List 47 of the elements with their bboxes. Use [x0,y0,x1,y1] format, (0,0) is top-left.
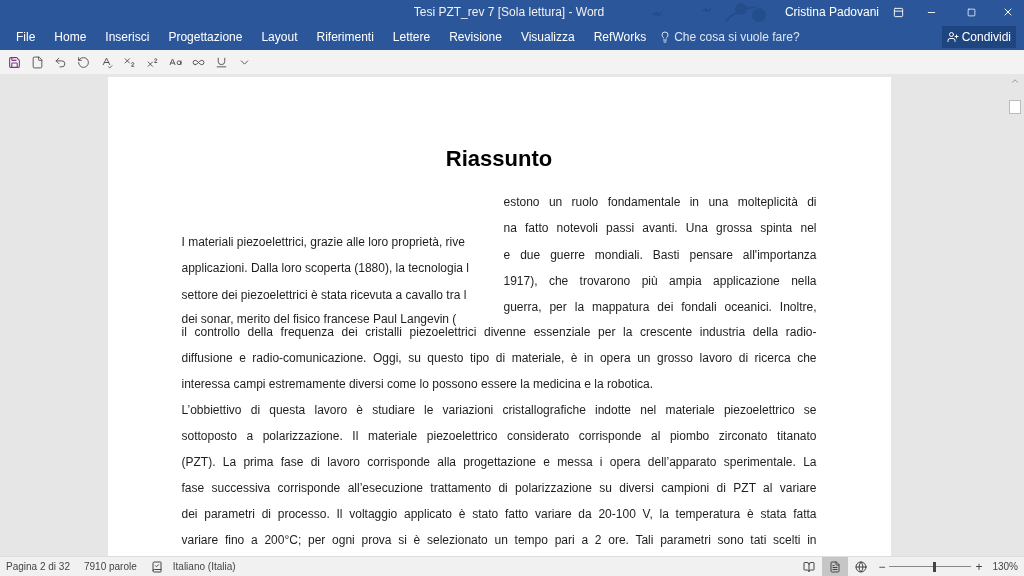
text-line: interessa campi estremamente diversi come lo possono essere la medicina e la robotica. [181,376,655,392]
zoom-in-button[interactable]: + [971,557,987,576]
zoom-percentage[interactable]: 130% [992,559,1018,574]
ribbon-tab[interactable]: Home [48,28,93,46]
person-add-icon [946,31,959,43]
word-count[interactable]: 7910 parole [83,559,137,574]
ribbon-display-icon[interactable] [893,6,904,18]
text-fragment: 1917), che trovarono più ampia applicazione nella [503,272,817,290]
tell-me-field[interactable]: Che cosa si vuole fare? [659,28,800,46]
document-title: Riassunto [445,145,553,173]
user-name: Cristina Padovani [784,4,879,21]
text-fragment: estono un ruolo fondamentale in una molteplicità di [503,194,817,211]
text-line: variare fino a 200°C; per ogni prova si è selezionato un tempo pari a 2 ore. Tali parametri sono tati scelti in [181,532,817,548]
text-fragment: na fatto notevoli passi avanti. Una grossa spinta nel [503,220,817,238]
language-label[interactable]: Italiano (Italia) [172,559,236,574]
ribbon-tab[interactable]: Lettere [386,28,437,46]
text-line: diffusione e radio-comunicazione. Oggi, su questo tipo di materiale, è in opera un grosso lavoro di ricerca che [181,350,817,366]
ribbon-tab[interactable]: Progettazione [162,28,249,46]
text-fragment: applicazioni. Dalla loro scoperta (1880), la tecnologia l [181,260,470,278]
text-fragment: e due guerre mondiali. Basti pensare all'importanza [503,246,817,264]
text-line: L’obbiettivo di questa lavoro è studiare le variazioni cristallografiche indotte nel materiale piezoelettrico se [181,402,817,418]
print-layout-icon[interactable] [822,556,849,576]
text-line: il controllo della frequenza dei cristalli piezoelettrici divenne essenziale per la crescente industria della radio- [181,325,817,340]
text-fragment: guerra, per la mappatura dei fondali oceanici. Inoltre, [503,299,817,317]
text-line: (PZT). La prima fase di lavoro corrisponde alla progettazione e messa i opera dell’apparato sperimentale. La [181,454,817,470]
zoom-out-button[interactable]: − [874,557,890,576]
scroll-thumb[interactable] [1009,100,1021,114]
proofing-icon[interactable] [150,560,163,573]
ribbon-tab[interactable]: Inserisci [99,28,156,46]
ribbon-tab[interactable]: Visualizza [514,28,581,46]
ribbon-tab[interactable]: Revisione [443,28,508,46]
text-line: sottoposto a polarizzazione. Il materiale piezoelettrico considerato corrisponde al piombo zirconato titanato [181,428,817,444]
zoom-thumb[interactable] [932,561,936,572]
ribbon-tab[interactable]: RefWorks [587,28,653,46]
text-fragment: dei sonar, merito del fisico francese Paul Langevin ( [181,311,458,326]
window-title: Tesi PZT_rev 7 [Sola lettura] - Word [413,4,605,21]
ribbon-tab[interactable]: File [10,28,42,46]
text-line: dei parametri di processo. Il voltaggio applicato è stato fatto variare da 20-100 V, la temperatura è stata fatta [181,506,817,522]
ribbon-tab[interactable]: Riferimenti [310,28,380,46]
text-fragment: settore dei piezoelettrici è stata ricevuta a cavallo tra l [181,286,468,304]
text-fragment: I materiali piezoelettrici, grazie alle loro proprietà, rive [181,234,466,251]
zoom-slider[interactable] [889,560,972,573]
lightbulb-icon [659,31,672,43]
page-count[interactable]: Pagina 2 di 32 [6,559,70,574]
ribbon-tab[interactable]: Layout [255,28,304,46]
text-line: fase successiva corrisponde all’esecuzione trattamento di polarizzazione su diversi campioni di PZT al variare [181,480,817,496]
share-button[interactable]: Condividi [941,26,1016,48]
